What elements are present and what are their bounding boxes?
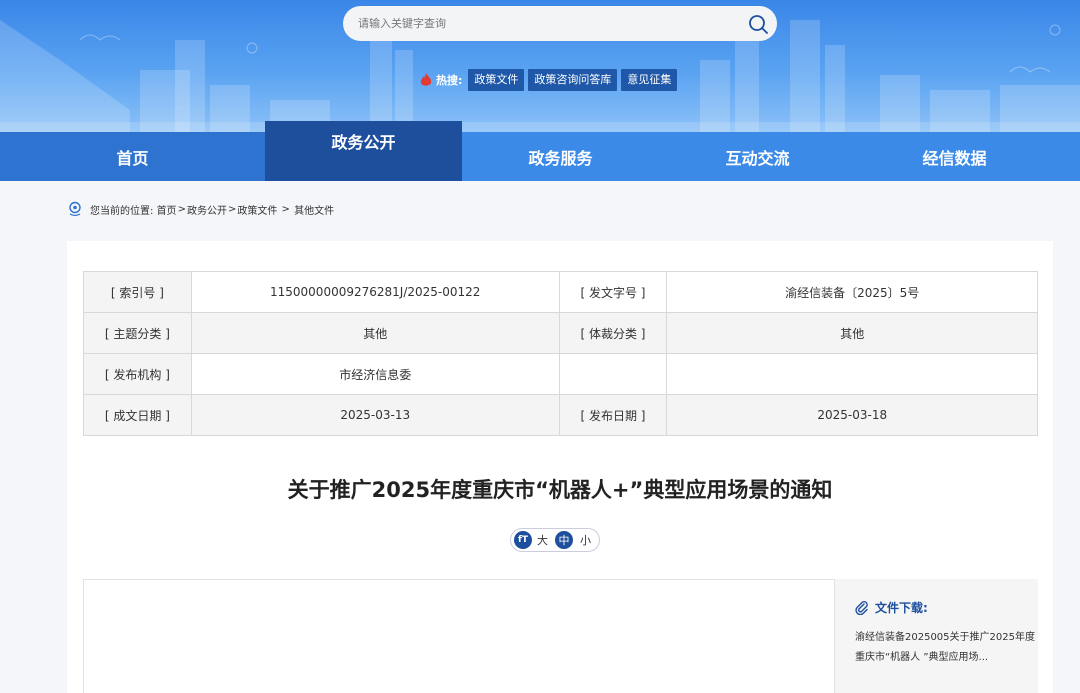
font-size-medium-button[interactable]: 中 xyxy=(555,531,573,549)
document-title: 关于推广2025年度重庆市“机器人+”典型应用场景的通知 xyxy=(287,478,833,502)
nav-government-affairs-open[interactable]: 政务公开 xyxy=(265,121,462,181)
created-date-value: 2025-03-13 xyxy=(190,394,560,436)
table-row: [ 主题分类 ] 其他 [ 体裁分类 ] 其他 xyxy=(83,312,1038,354)
breadcrumb: 您当前的位置: 首页 > 政务公开 > 政策文件 > 其他文件 xyxy=(67,201,334,218)
empty-cell xyxy=(558,353,668,395)
font-size-small-button[interactable]: 小 xyxy=(580,532,591,548)
breadcrumb-policy-files[interactable]: 政策文件 xyxy=(237,202,277,217)
issuer-value: 市经济信息委 xyxy=(190,353,560,395)
breadcrumb-home[interactable]: 首页 xyxy=(157,202,177,217)
hot-search-label: 热搜: xyxy=(420,72,462,88)
published-date-label: [ 发布日期 ] xyxy=(558,394,668,436)
created-date-label: [ 成文日期 ] xyxy=(83,394,192,436)
paperclip-icon xyxy=(855,600,868,615)
index-no-value: 11500000009276281J/2025-00122 xyxy=(190,271,560,313)
breadcrumb-separator: > xyxy=(227,204,237,215)
hot-search-row: 热搜: 政策文件 政策咨询问答库 意见征集 xyxy=(420,68,681,92)
issuer-label: [ 发布机构 ] xyxy=(83,353,192,395)
hot-tag-policy-qa[interactable]: 政策咨询问答库 xyxy=(528,69,618,91)
search-box xyxy=(343,6,777,41)
breadcrumb-prefix: 您当前的位置: xyxy=(90,206,154,217)
doc-no-label: [ 发文字号 ] xyxy=(558,271,668,313)
file-download-panel: 文件下载: 渝经信装备2025005关于推广2025年度重庆市“机器人 ”典型应… xyxy=(835,579,1038,693)
document-content-area xyxy=(83,579,835,693)
nav-interaction[interactable]: 互动交流 xyxy=(659,132,856,181)
topic-label: [ 主题分类 ] xyxy=(83,312,192,354)
font-size-large-button[interactable]: 大 xyxy=(537,532,548,548)
nav-economic-data[interactable]: 经信数据 xyxy=(856,132,1053,181)
nav-government-services[interactable]: 政务服务 xyxy=(462,132,659,181)
genre-label: [ 体裁分类 ] xyxy=(558,312,668,354)
hot-tag-policy-files[interactable]: 政策文件 xyxy=(468,69,525,91)
location-pin-icon xyxy=(69,201,81,217)
table-row: [ 发布机构 ] 市经济信息委 xyxy=(83,353,1038,395)
file-download-title: 文件下载: xyxy=(855,599,1038,616)
hot-tag-opinion-collection[interactable]: 意见征集 xyxy=(621,69,678,91)
font-size-icon: fT xyxy=(514,531,532,549)
breadcrumb-separator: > xyxy=(281,204,290,215)
empty-cell xyxy=(666,353,1038,395)
topic-value: 其他 xyxy=(190,312,560,354)
search-icon[interactable] xyxy=(747,13,769,35)
header-banner: 热搜: 政策文件 政策咨询问答库 意见征集 xyxy=(0,0,1080,132)
breadcrumb-separator: > xyxy=(177,204,186,215)
document-meta-table: [ 索引号 ] 11500000009276281J/2025-00122 [ … xyxy=(83,271,1038,436)
doc-no-value: 渝经信装备〔2025〕5号 xyxy=(666,271,1038,313)
published-date-value: 2025-03-18 xyxy=(666,394,1038,436)
breadcrumb-other-files[interactable]: 其他文件 xyxy=(294,202,334,217)
table-row: [ 成文日期 ] 2025-03-13 [ 发布日期 ] 2025-03-18 xyxy=(83,394,1038,436)
breadcrumb-government-affairs[interactable]: 政务公开 xyxy=(187,202,227,217)
flame-icon xyxy=(420,73,432,86)
font-size-switcher: fT 大 中 小 xyxy=(510,528,600,552)
main-nav: 首页 政务公开 政务服务 互动交流 经信数据 xyxy=(0,121,1080,181)
document-card: [ 索引号 ] 11500000009276281J/2025-00122 [ … xyxy=(67,241,1053,693)
search-input[interactable] xyxy=(358,17,728,30)
index-no-label: [ 索引号 ] xyxy=(83,271,192,313)
table-row: [ 索引号 ] 11500000009276281J/2025-00122 [ … xyxy=(83,271,1038,313)
nav-home[interactable]: 首页 xyxy=(0,132,265,181)
file-download-link[interactable]: 渝经信装备2025005关于推广2025年度重庆市“机器人 ”典型应用场... xyxy=(855,628,1040,668)
genre-value: 其他 xyxy=(666,312,1038,354)
